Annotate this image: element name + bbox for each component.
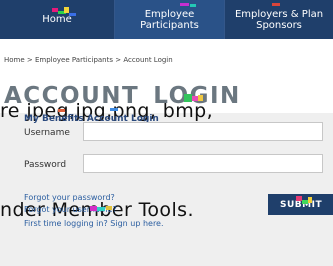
username-input[interactable] bbox=[83, 122, 323, 141]
top-navigation: Home Employee Participants Employers & P… bbox=[0, 0, 333, 39]
corrupted-pixels bbox=[272, 3, 280, 6]
corrupted-pixels bbox=[69, 13, 76, 16]
password-label: Password bbox=[24, 160, 67, 170]
forgot-password-link[interactable]: Forgot your password? bbox=[24, 193, 115, 202]
corrupted-pixels bbox=[90, 206, 97, 211]
corrupted-pixels bbox=[184, 94, 192, 102]
corrupted-pixels bbox=[110, 108, 118, 111]
password-input[interactable] bbox=[83, 154, 323, 173]
corrupted-pixels bbox=[308, 197, 312, 203]
username-label: Username bbox=[24, 128, 70, 138]
corrupted-pixels bbox=[106, 206, 112, 210]
breadcrumb: Home > Employee Participants > Account L… bbox=[4, 56, 173, 64]
corrupted-pixels bbox=[180, 3, 189, 6]
corrupted-pixels bbox=[190, 4, 196, 7]
nav-employee-participants[interactable]: Employee Participants bbox=[115, 0, 225, 39]
corrupted-pixels bbox=[58, 109, 65, 112]
nav-home[interactable]: Home bbox=[0, 0, 115, 39]
corrupted-pixels bbox=[198, 95, 203, 101]
corrupted-pixels bbox=[97, 207, 105, 211]
sign-up-link[interactable]: First time logging in? Sign up here. bbox=[24, 219, 164, 228]
